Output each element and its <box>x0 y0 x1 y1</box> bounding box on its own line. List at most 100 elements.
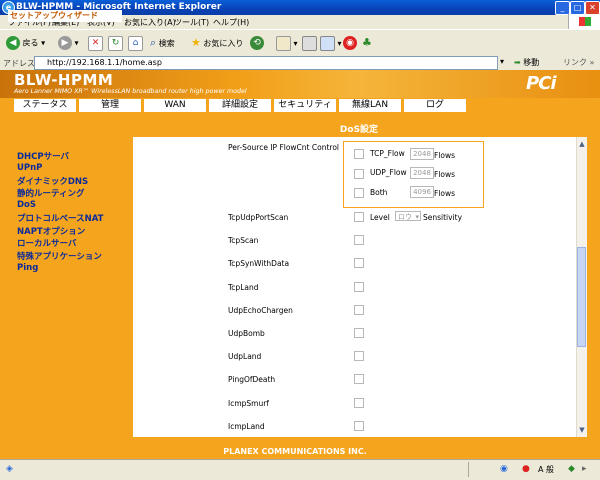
refresh-button[interactable]: ↻ <box>108 36 123 51</box>
select-arrow-icon: ▾ <box>415 213 419 221</box>
edit-button[interactable]: ▾ <box>320 36 342 51</box>
zone-icon: ◉ <box>500 464 508 474</box>
udpechochargen-label: UdpEchoChargen <box>228 306 293 315</box>
address-input[interactable]: http://192.168.1.1/home.asp <box>34 56 498 70</box>
star-icon: ★ <box>191 36 201 49</box>
go-button[interactable]: ➡ 移動 <box>514 57 539 68</box>
both-flow-unit: Flows <box>434 189 456 198</box>
icmpland-checkbox[interactable] <box>354 421 364 431</box>
footer-copyright: PLANEX COMMUNICATIONS INC. <box>223 447 367 456</box>
menu-favorites[interactable]: お気に入り(A) <box>124 17 176 28</box>
sidebar-heading-setup-wizard[interactable]: セットアップウィザード <box>8 10 122 22</box>
forward-button[interactable]: ▶ ▾ <box>58 36 79 50</box>
sidebar-item-ddns[interactable]: ダイナミックDNS <box>17 175 88 187</box>
page-title: DoS設定 <box>339 125 379 135</box>
messenger-button[interactable]: ♣ <box>362 36 372 49</box>
menu-tools[interactable]: ツール(T) <box>174 17 209 28</box>
udp-flow-checkbox[interactable] <box>354 169 364 179</box>
forward-arrow-icon: ▶ <box>58 36 72 50</box>
sidebar-item-upnp[interactable]: UPnP <box>17 163 42 173</box>
links-button[interactable]: リンク » <box>563 57 594 68</box>
udp-flow-label: UDP_Flow <box>370 168 407 177</box>
udp-flow-input[interactable]: 2048 <box>410 167 434 179</box>
tray-extra-icon: ▸ <box>582 464 587 474</box>
page-icon: ◈ <box>6 464 13 474</box>
tcpsynwithdata-checkbox[interactable] <box>354 258 364 268</box>
pci-logo: PCi <box>526 73 557 94</box>
banner-title: BLW-HPMM <box>14 71 114 89</box>
content-scrollbar[interactable]: ▲ ▼ <box>576 137 587 437</box>
menu-help[interactable]: ヘルプ(H) <box>213 17 249 28</box>
sidebar-item-napt[interactable]: NAPTオプション <box>17 225 85 237</box>
status-bar: ◈ ◉ ● A 般 ◆ ▸ <box>0 459 600 480</box>
tab-log[interactable]: ログ <box>404 99 466 112</box>
maximize-button[interactable]: □ <box>570 1 585 15</box>
scroll-up-icon[interactable]: ▲ <box>577 139 587 149</box>
sidebar-item-protocol-nat[interactable]: プロトコルベースNAT <box>17 212 103 224</box>
both-flow-label: Both <box>370 188 388 197</box>
home-button[interactable]: ⌂ <box>128 36 143 51</box>
back-arrow-icon: ◀ <box>6 36 20 50</box>
tab-admin[interactable]: 管理 <box>79 99 141 112</box>
tcpland-label: TcpLand <box>228 283 259 292</box>
ime-icon[interactable]: ● <box>522 464 530 474</box>
print-icon <box>302 36 317 51</box>
tcp-flow-unit: Flows <box>434 151 456 160</box>
icmpland-label: IcmpLand <box>228 422 265 431</box>
level-label: Level <box>370 213 390 222</box>
sidebar-item-dhcp[interactable]: DHCPサーバ <box>17 150 69 162</box>
sidebar-item-local-server[interactable]: ローカルサーバ <box>17 237 76 249</box>
history-button[interactable]: ⟲ <box>250 36 264 50</box>
edit-icon <box>320 36 335 51</box>
tab-advanced[interactable]: 詳細設定 <box>209 99 271 112</box>
level-select[interactable]: ロウ ▾ <box>395 211 421 221</box>
ime-mode[interactable]: A 般 <box>538 464 554 475</box>
mail-icon <box>276 36 291 51</box>
tcp-flow-checkbox[interactable] <box>354 149 364 159</box>
tcpland-checkbox[interactable] <box>354 282 364 292</box>
both-flow-input[interactable]: 4096 <box>410 186 434 198</box>
tab-wireless[interactable]: 無線LAN <box>339 99 401 112</box>
sensitivity-label: Sensitivity <box>423 213 463 222</box>
tab-status[interactable]: ステータス <box>14 99 76 112</box>
messenger-icon: ♣ <box>362 36 372 49</box>
icmpsmurf-label: IcmpSmurf <box>228 399 269 408</box>
udpbomb-label: UdpBomb <box>228 329 265 338</box>
udpechochargen-checkbox[interactable] <box>354 305 364 315</box>
scroll-thumb[interactable] <box>577 247 586 347</box>
dropdown-arrow-icon[interactable]: ▾ <box>500 57 504 66</box>
tcp-flow-input[interactable]: 2048 <box>410 148 434 160</box>
search-button[interactable]: ⌕ 検索 <box>150 36 175 50</box>
tcpsynwithdata-label: TcpSynWithData <box>228 259 290 268</box>
history-icon: ⟲ <box>250 36 264 50</box>
mail-button[interactable]: ▾ <box>276 36 298 51</box>
tcpscan-checkbox[interactable] <box>354 235 364 245</box>
pingofdeath-label: PingOfDeath <box>228 375 276 384</box>
sidebar-item-special-app[interactable]: 特殊アプリケーション <box>17 250 102 262</box>
discuss-icon: ◉ <box>343 36 357 50</box>
close-button[interactable]: ✕ <box>585 1 600 15</box>
refresh-icon: ↻ <box>108 36 123 51</box>
sidebar-item-static-routing[interactable]: 静的ルーティング <box>17 187 85 199</box>
tab-security[interactable]: セキュリティ <box>274 99 336 112</box>
scroll-down-icon[interactable]: ▼ <box>577 425 587 435</box>
minimize-button[interactable]: _ <box>555 1 570 15</box>
portscan-checkbox[interactable] <box>354 212 364 222</box>
back-button[interactable]: ◀ 戻る ▾ <box>6 36 45 50</box>
search-icon: ⌕ <box>150 36 157 49</box>
sidebar-item-ping[interactable]: Ping <box>17 263 38 273</box>
tcpscan-label: TcpScan <box>228 236 259 245</box>
both-flow-checkbox[interactable] <box>354 188 364 198</box>
tab-wan[interactable]: WAN <box>144 99 206 112</box>
favorites-button[interactable]: ★ お気に入り <box>191 36 243 49</box>
udpland-checkbox[interactable] <box>354 351 364 361</box>
sidebar-item-dos[interactable]: DoS <box>17 200 36 210</box>
print-button[interactable] <box>302 36 317 51</box>
stop-button[interactable]: ✕ <box>88 36 103 51</box>
tray-icon: ◆ <box>568 464 575 474</box>
udpbomb-checkbox[interactable] <box>354 328 364 338</box>
icmpsmurf-checkbox[interactable] <box>354 398 364 408</box>
pingofdeath-checkbox[interactable] <box>354 374 364 384</box>
discuss-button[interactable]: ◉ <box>343 36 357 50</box>
udpland-label: UdpLand <box>228 352 262 361</box>
